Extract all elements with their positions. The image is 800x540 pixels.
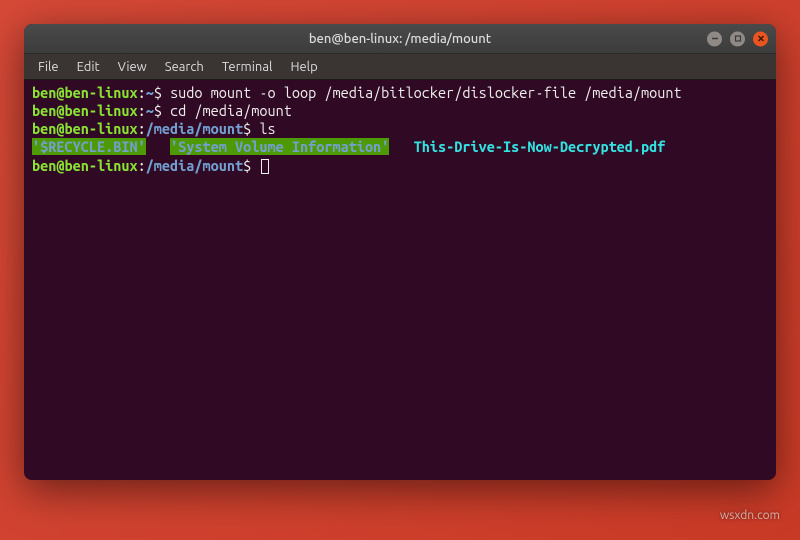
menu-view[interactable]: View bbox=[110, 57, 155, 77]
prompt-path: /media/mount bbox=[146, 157, 243, 174]
prompt-line: ben@ben-linux:~$ cd /media/mount bbox=[32, 102, 292, 119]
maximize-button[interactable] bbox=[730, 31, 745, 46]
menu-search[interactable]: Search bbox=[157, 57, 212, 77]
ls-item-sysvol: 'System Volume Information' bbox=[170, 138, 389, 155]
menu-file[interactable]: File bbox=[30, 57, 67, 77]
command-text: ls bbox=[259, 120, 275, 137]
menubar: File Edit View Search Terminal Help bbox=[24, 54, 776, 80]
prompt-path: /media/mount bbox=[146, 120, 243, 137]
prompt-userhost: ben@ben-linux bbox=[32, 102, 138, 119]
close-button[interactable] bbox=[753, 31, 768, 46]
ls-item-recycle: '$RECYCLE.BIN' bbox=[32, 138, 146, 155]
prompt-sep: : bbox=[138, 120, 146, 137]
watermark: wsxdn.com bbox=[720, 509, 780, 522]
prompt-line: ben@ben-linux:~$ sudo mount -o loop /med… bbox=[32, 84, 682, 101]
ls-output: '$RECYCLE.BIN' 'System Volume Informatio… bbox=[32, 138, 665, 155]
command-text: cd /media/mount bbox=[170, 102, 292, 119]
prompt-userhost: ben@ben-linux bbox=[32, 120, 138, 137]
prompt-dollar: $ bbox=[243, 157, 251, 174]
prompt-sep: : bbox=[138, 157, 146, 174]
prompt-dollar: $ bbox=[154, 84, 162, 101]
menu-terminal[interactable]: Terminal bbox=[214, 57, 281, 77]
window-title: ben@ben-linux: /media/mount bbox=[309, 32, 491, 46]
terminal-content[interactable]: ben@ben-linux:~$ sudo mount -o loop /med… bbox=[24, 80, 776, 480]
prompt-sep: : bbox=[138, 84, 146, 101]
prompt-dollar: $ bbox=[154, 102, 162, 119]
prompt-path: ~ bbox=[146, 84, 154, 101]
titlebar[interactable]: ben@ben-linux: /media/mount bbox=[24, 24, 776, 54]
minimize-button[interactable] bbox=[707, 31, 722, 46]
terminal-window: ben@ben-linux: /media/mount File Edit Vi… bbox=[24, 24, 776, 480]
prompt-line: ben@ben-linux:/media/mount$ ls bbox=[32, 120, 276, 137]
prompt-userhost: ben@ben-linux bbox=[32, 157, 138, 174]
prompt-sep: : bbox=[138, 102, 146, 119]
menu-edit[interactable]: Edit bbox=[69, 57, 108, 77]
prompt-line: ben@ben-linux:/media/mount$ bbox=[32, 157, 269, 174]
window-controls bbox=[707, 31, 768, 46]
menu-help[interactable]: Help bbox=[282, 57, 325, 77]
prompt-userhost: ben@ben-linux bbox=[32, 84, 138, 101]
command-text: sudo mount -o loop /media/bitlocker/disl… bbox=[170, 84, 682, 101]
prompt-dollar: $ bbox=[243, 120, 251, 137]
ls-item-pdf: This-Drive-Is-Now-Decrypted.pdf bbox=[414, 138, 666, 155]
cursor-icon bbox=[261, 159, 269, 174]
prompt-path: ~ bbox=[146, 102, 154, 119]
